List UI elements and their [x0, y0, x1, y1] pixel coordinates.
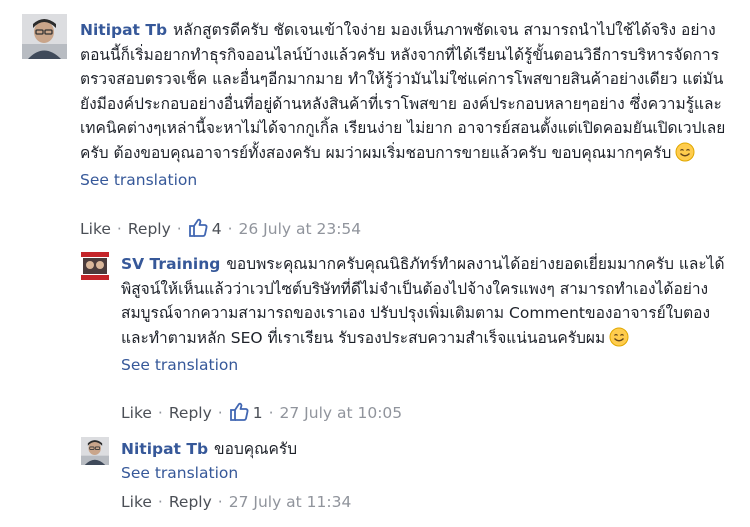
sv-training-logo-icon — [81, 252, 109, 280]
comment: Nitipat Tb หลักสูตรดีครับ ชัดเจนเข้าใจง่า… — [22, 14, 732, 244]
comment-message: ขอบคุณครับ — [214, 440, 298, 458]
separator: · — [227, 220, 233, 238]
separator: · — [116, 220, 122, 238]
comment-timestamp[interactable]: 26 July at 23:54 — [239, 220, 362, 238]
comment-text: SV Training ขอบพระคุณมากครับคุณนิธิภัทร์ท… — [121, 252, 731, 354]
see-translation-link[interactable]: See translation — [121, 462, 731, 484]
like-count[interactable]: 4 — [212, 220, 222, 238]
comment-author[interactable]: Nitipat Tb — [121, 440, 208, 458]
separator: · — [217, 404, 223, 422]
separator: · — [176, 220, 182, 238]
comment-text: Nitipat Tb หลักสูตรดีครับ ชัดเจนเข้าใจง่า… — [80, 18, 730, 169]
comment-timestamp[interactable]: 27 July at 11:34 — [229, 493, 352, 511]
separator: · — [217, 493, 223, 511]
avatar[interactable] — [81, 437, 109, 465]
see-translation-link[interactable]: See translation — [80, 169, 730, 191]
like-button[interactable]: Like — [80, 220, 111, 238]
comment-actions: Like · Reply · 4 · 26 July at 23:54 — [80, 218, 361, 243]
person-avatar-icon — [81, 437, 109, 465]
comment-author[interactable]: SV Training — [121, 255, 220, 273]
comment-timestamp[interactable]: 27 July at 10:05 — [280, 404, 403, 422]
reply-button[interactable]: Reply — [169, 493, 212, 511]
smiley-icon — [609, 327, 629, 355]
like-button[interactable]: Like — [121, 493, 152, 511]
like-count[interactable]: 1 — [253, 404, 263, 422]
smiley-icon — [675, 142, 695, 170]
thumbs-up-icon[interactable] — [229, 402, 249, 427]
comment-text: Nitipat Tb ขอบคุณครับ — [121, 437, 731, 462]
separator: · — [157, 404, 163, 422]
reply-button[interactable]: Reply — [128, 220, 171, 238]
avatar[interactable] — [81, 252, 109, 280]
separator: · — [268, 404, 274, 422]
person-avatar-icon — [22, 14, 67, 59]
reply-button[interactable]: Reply — [169, 404, 212, 422]
comment-author[interactable]: Nitipat Tb — [80, 21, 167, 39]
comment-message: หลักสูตรดีครับ ชัดเจนเข้าใจง่าย มองเห็นภ… — [80, 21, 726, 162]
comment-actions: Like · Reply · 1 · 27 July at 10:05 — [121, 402, 402, 427]
like-button[interactable]: Like — [121, 404, 152, 422]
separator: · — [157, 493, 163, 511]
avatar[interactable] — [22, 14, 67, 59]
see-translation-link[interactable]: See translation — [121, 354, 731, 376]
reply-comment: Nitipat Tb ขอบคุณครับ See translation Lik… — [81, 437, 741, 523]
reply-comment: SV Training ขอบพระคุณมากครับคุณนิธิภัทร์ท… — [81, 252, 741, 430]
thumbs-up-icon[interactable] — [188, 218, 208, 243]
comment-actions: Like · Reply · 27 July at 11:34 — [121, 491, 351, 513]
